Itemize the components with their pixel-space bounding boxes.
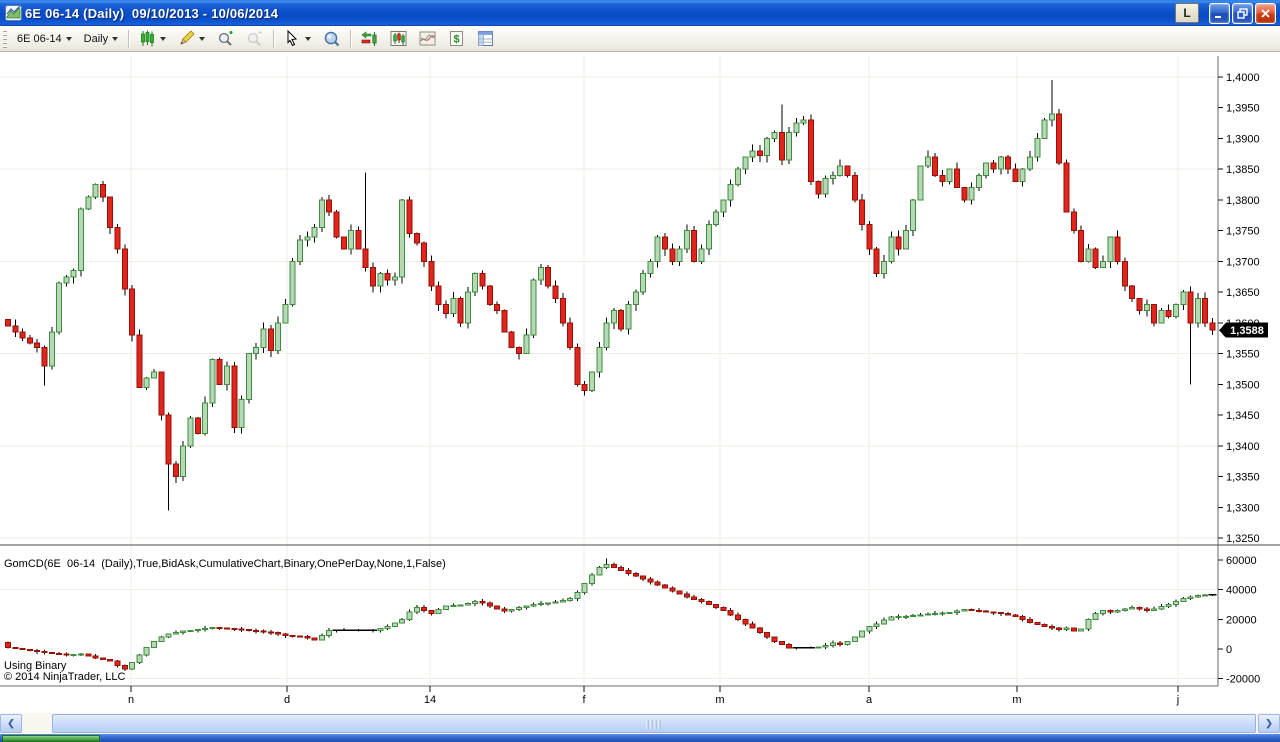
chevron-down-icon <box>305 36 312 41</box>
svg-text:a: a <box>866 694 873 706</box>
svg-text:1,3500: 1,3500 <box>1226 379 1260 391</box>
svg-text:0: 0 <box>1226 644 1232 656</box>
svg-text:1,3800: 1,3800 <box>1226 195 1260 207</box>
chevron-down-icon <box>160 36 167 41</box>
zoom-out-icon <box>248 31 262 46</box>
account-dollar-button[interactable]: $ <box>442 28 471 50</box>
properties-grid-icon <box>478 31 494 46</box>
svg-text:1,3650: 1,3650 <box>1226 287 1260 299</box>
svg-text:f: f <box>582 694 586 706</box>
svg-text:m: m <box>715 694 724 706</box>
chevron-left-icon: ❮ <box>7 718 15 728</box>
svg-text:1,3850: 1,3850 <box>1226 164 1260 176</box>
zoom-out-button[interactable] <box>240 28 269 50</box>
svg-text:m: m <box>1012 694 1021 706</box>
horizontal-scrollbar[interactable]: ❮ ❯ <box>0 712 1280 734</box>
chart-area: 1,4000 1,3950 1,3900 1,3850 1,3800 1,3750 1,37… <box>0 52 1280 712</box>
toolbar-separator <box>273 29 275 48</box>
market-analyzer-icon <box>390 31 407 46</box>
chart-trader-button[interactable] <box>355 28 384 50</box>
svg-text:40000: 40000 <box>1226 585 1257 597</box>
chevron-right-icon: ❯ <box>1265 718 1273 728</box>
chart-window-icon <box>5 5 22 21</box>
chart-canvas[interactable]: 1,4000 1,3950 1,3900 1,3850 1,3800 1,3750 1,37… <box>0 52 1280 712</box>
zoom-in-icon <box>219 31 233 46</box>
svg-text:1,3750: 1,3750 <box>1226 226 1260 238</box>
properties-grid-button[interactable] <box>471 28 500 50</box>
scroll-right-button[interactable]: ❯ <box>1258 714 1280 733</box>
scrollbar-grip <box>646 720 662 729</box>
svg-text:d: d <box>284 694 290 706</box>
svg-text:$: $ <box>454 34 460 46</box>
drawing-tools-button[interactable] <box>172 28 211 50</box>
candlestick-style-icon <box>141 30 155 47</box>
chart-style-button[interactable] <box>133 28 172 50</box>
svg-text:1,3250: 1,3250 <box>1226 533 1260 545</box>
close-button[interactable] <box>1255 2 1276 24</box>
cursor-pointer-icon <box>287 30 298 47</box>
chart-overview-icon <box>419 31 436 46</box>
chevron-down-icon <box>65 36 72 41</box>
svg-text:1,4000: 1,4000 <box>1226 72 1260 84</box>
minimize-icon <box>1215 15 1221 18</box>
restore-icon <box>1237 7 1248 19</box>
svg-text:14: 14 <box>424 694 436 706</box>
svg-text:1,3400: 1,3400 <box>1226 441 1260 453</box>
interval-label: Daily <box>83 32 109 45</box>
svg-text:20000: 20000 <box>1226 614 1257 626</box>
chart-window: 6E 06-14 (Daily) 09/10/2013 - 10/06/2014… <box>0 0 1280 742</box>
scrollbar-thumb[interactable] <box>52 714 1256 733</box>
price-axis[interactable]: 1,4000 1,3950 1,3900 1,3850 1,3800 1,3750 1,37… <box>0 56 1280 687</box>
indicator-panel-candles <box>5 558 1217 671</box>
svg-text:1,3350: 1,3350 <box>1226 472 1260 484</box>
titlebar[interactable]: 6E 06-14 (Daily) 09/10/2013 - 10/06/2014… <box>0 0 1280 26</box>
svg-text:1,3300: 1,3300 <box>1226 502 1260 514</box>
chart-trader-icon <box>361 31 377 46</box>
zoom-in-button[interactable] <box>211 28 240 50</box>
svg-text:1,3950: 1,3950 <box>1226 103 1260 115</box>
market-analyzer-button[interactable] <box>384 28 413 50</box>
pencil-icon <box>180 30 195 45</box>
last-price-tag: 1,3588 <box>1219 322 1268 338</box>
svg-text:1,3450: 1,3450 <box>1226 410 1260 422</box>
toolbar-grip[interactable] <box>3 29 7 48</box>
chart-overview-button[interactable] <box>413 28 442 50</box>
window-bottom-border <box>0 734 1280 742</box>
toolbar-separator <box>350 29 352 48</box>
toolbar: 6E 06-14 Daily $ <box>0 26 1280 52</box>
connection-status-indicator <box>2 735 100 742</box>
cursor-tool-button[interactable] <box>278 28 317 50</box>
interval-selector[interactable]: Daily <box>78 28 124 50</box>
close-icon <box>1261 8 1270 18</box>
chevron-down-icon <box>199 36 206 41</box>
link-window-button[interactable]: L <box>1175 3 1199 23</box>
svg-text:60000: 60000 <box>1226 555 1257 567</box>
svg-text:-20000: -20000 <box>1226 674 1260 686</box>
dollar-icon: $ <box>450 31 464 46</box>
toolbar-separator <box>128 29 130 48</box>
chevron-down-icon <box>112 36 119 41</box>
scroll-left-button[interactable]: ❮ <box>0 714 22 733</box>
svg-text:1,3700: 1,3700 <box>1226 256 1260 268</box>
svg-text:1,3550: 1,3550 <box>1226 349 1260 361</box>
svg-text:j: j <box>1176 694 1179 706</box>
instrument-label: 6E 06-14 <box>17 32 62 45</box>
svg-text:1,3588: 1,3588 <box>1230 325 1264 337</box>
data-box-magnifier-icon <box>324 31 340 47</box>
svg-text:1,3900: 1,3900 <box>1226 133 1260 145</box>
window-title: 6E 06-14 (Daily) 09/10/2013 - 10/06/2014 <box>25 5 279 21</box>
minimize-button[interactable] <box>1209 2 1230 24</box>
data-box-button[interactable] <box>317 28 346 50</box>
restore-button[interactable] <box>1232 2 1253 24</box>
instrument-selector[interactable]: 6E 06-14 <box>11 28 78 50</box>
svg-text:n: n <box>128 694 134 706</box>
time-axis[interactable]: n d 14 f m a m j <box>128 686 1179 706</box>
